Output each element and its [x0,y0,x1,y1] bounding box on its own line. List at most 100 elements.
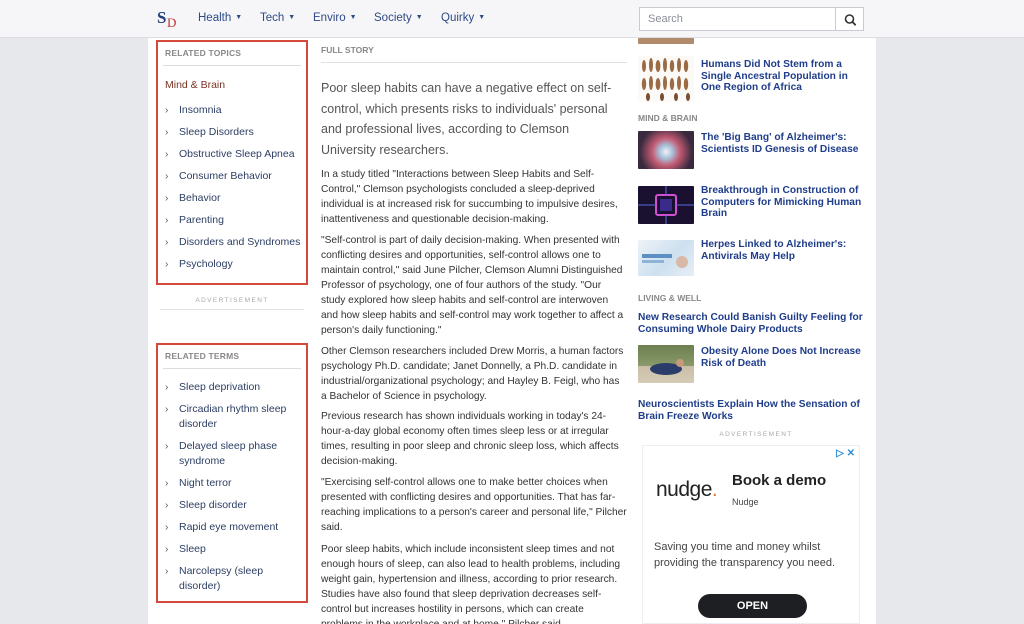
related-terms-heading: RELATED TERMS [165,351,240,361]
advertisement-label: ADVERTISEMENT [719,431,793,438]
article-paragraph: Previous research has shown individuals … [321,411,619,467]
ad-open-button[interactable]: OPEN [698,594,807,618]
topic-link-label: Disorders and Syndromes [179,236,301,248]
search-button[interactable] [835,7,864,31]
term-link-label: Sleep deprivation [179,381,261,393]
topic-link[interactable]: › Psychology [165,257,305,272]
chevron-right-icon: › [165,441,169,452]
term-link[interactable]: › Sleep [165,542,305,557]
divider [163,368,301,369]
term-link[interactable]: › Sleep deprivation [165,380,305,395]
article-paragraph: Other Clemson researchers included Drew … [321,346,624,402]
topic-link[interactable]: › Obstructive Sleep Apnea [165,147,305,162]
chevron-right-icon: › [165,522,169,533]
term-link-label: Night terror [179,477,232,489]
person-image [650,359,684,375]
nav-health-label: Health [198,12,232,24]
advertisement-label: ADVERTISEMENT [195,297,269,304]
nav-enviro[interactable]: Enviro ▼ [313,12,357,24]
logo-letter-s: S [157,8,167,27]
caret-down-icon: ▼ [235,14,243,21]
caret-down-icon: ▼ [478,14,486,21]
story-link[interactable]: Obesity Alone Does Not Increase Risk of … [701,346,866,369]
topic-link[interactable]: › Sleep Disorders [165,125,305,140]
term-link-label: Sleep disorder [179,499,247,511]
story-link[interactable]: Breakthrough in Construction of Computer… [701,185,866,220]
topic-link-label: Sleep Disorders [179,126,254,138]
chevron-right-icon: › [165,127,169,138]
living-well-heading: LIVING & WELL [638,293,702,303]
chevron-right-icon: › [165,544,169,555]
article-paragraph: "Exercising self-control allows one to m… [321,477,627,533]
topic-link[interactable]: › Behavior [165,191,305,206]
related-topics-heading: RELATED TOPICS [165,48,242,58]
full-story-heading: FULL STORY [321,45,374,55]
story-link[interactable]: New Research Could Banish Guilty Feeling… [638,312,863,335]
site-logo[interactable]: S D [157,8,181,30]
nav-quirky[interactable]: Quirky ▼ [441,12,485,24]
topic-category-link[interactable]: Mind & Brain [165,79,225,91]
story-thumbnail-alzheimers[interactable] [638,131,694,169]
ad-card[interactable]: ▷ ✕ nudge. Book a demo Nudge Saving you … [642,445,860,624]
caret-down-icon: ▼ [288,14,296,21]
related-topics-box: RELATED TOPICS Mind & Brain › Insomnia › S… [156,40,308,285]
topic-link-label: Consumer Behavior [179,170,272,182]
chevron-right-icon: › [165,259,169,270]
term-link[interactable]: › Night terror [165,476,305,491]
term-link-label: Sleep [179,543,206,555]
divider [163,65,301,66]
story-link[interactable]: Humans Did Not Stem from a Single Ancest… [701,59,851,94]
chevron-right-icon: › [165,193,169,204]
story-thumbnail-strip[interactable] [638,38,694,44]
topic-link-label: Obstructive Sleep Apnea [179,148,295,160]
term-link-label: Circadian rhythm sleep disorder [179,403,287,430]
topic-link-label: Psychology [179,258,233,270]
page-content: RELATED TOPICS Mind & Brain › Insomnia › S… [148,38,876,624]
nudge-logo-dot: . [711,478,718,501]
chevron-right-icon: › [165,478,169,489]
chevron-right-icon: › [165,237,169,248]
nav-health[interactable]: Health ▼ [198,12,242,24]
caret-down-icon: ▼ [349,14,357,21]
chevron-right-icon: › [165,404,169,415]
story-link[interactable]: Neuroscientists Explain How the Sensatio… [638,399,863,422]
term-link[interactable]: › Rapid eye movement [165,520,305,535]
adchoices-close-icon[interactable]: ▷ ✕ [836,448,855,459]
mind-brain-heading: MIND & BRAIN [638,113,698,123]
ad-description: Saving you time and money whilst providi… [654,541,836,569]
topic-link-label: Behavior [179,192,221,204]
term-link[interactable]: › Delayed sleep phase syndrome [165,439,305,469]
term-link[interactable]: › Sleep disorder [165,498,305,513]
nav-society[interactable]: Society ▼ [374,12,423,24]
logo-letter-d: D [167,15,177,30]
chevron-right-icon: › [165,105,169,116]
search-input[interactable] [639,7,836,31]
chevron-right-icon: › [165,149,169,160]
search-icon [844,14,857,26]
nav-enviro-label: Enviro [313,12,346,24]
story-thumbnail-artifacts[interactable] [638,56,694,102]
topic-link[interactable]: › Consumer Behavior [165,169,305,184]
medical-image [642,254,688,268]
term-link-label: Rapid eye movement [179,521,279,533]
chevron-right-icon: › [165,171,169,182]
term-link-label: Narcolepsy (sleep disorder) [179,565,264,592]
nav-tech[interactable]: Tech ▼ [260,12,295,24]
term-link[interactable]: › Narcolepsy (sleep disorder) [165,564,305,594]
story-thumbnail-computers[interactable] [638,186,694,224]
ad-brand: Nudge [732,497,759,507]
top-navbar: S D Health ▼ Tech ▼ Enviro ▼ Society ▼ Quirk… [0,0,1024,38]
term-link[interactable]: › Circadian rhythm sleep disorder [165,402,305,432]
story-thumbnail-obesity[interactable] [638,345,694,383]
story-link[interactable]: The 'Big Bang' of Alzheimer's: Scientist… [701,132,861,155]
topic-link[interactable]: › Parenting [165,213,305,228]
nav-tech-label: Tech [260,12,285,24]
ad-title: Book a demo [732,472,827,489]
topic-link[interactable]: › Disorders and Syndromes [165,235,305,250]
topic-link[interactable]: › Insomnia [165,103,305,118]
divider [160,309,304,310]
topic-link-label: Insomnia [179,104,222,116]
story-link[interactable]: Herpes Linked to Alzheimer's: Antivirals… [701,239,861,262]
article-paragraph: In a study titled "Interactions between … [321,169,618,225]
story-thumbnail-herpes[interactable] [638,240,694,276]
